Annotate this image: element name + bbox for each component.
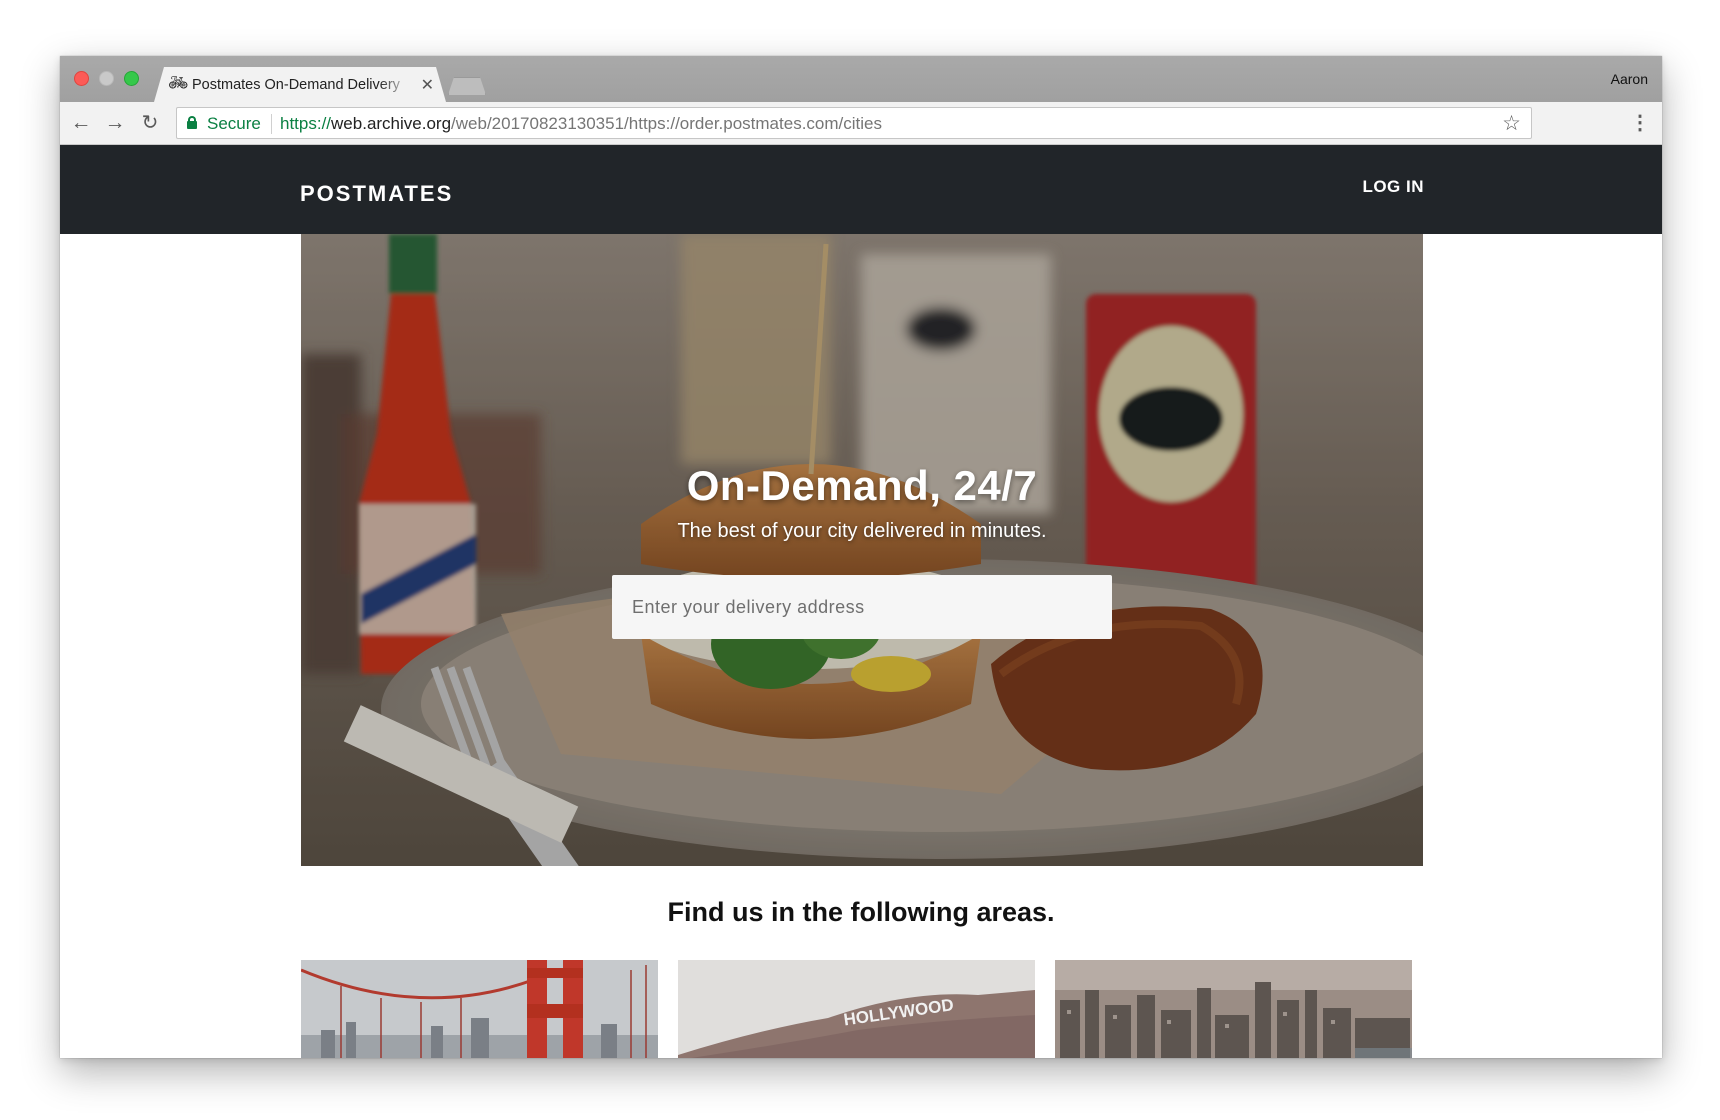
profile-name[interactable]: Aaron: [1611, 71, 1648, 87]
close-window-button[interactable]: [74, 71, 89, 86]
browser-tab[interactable]: 🚲︎ Postmates On-Demand Delivery ✕: [154, 67, 446, 102]
postmates-favicon-icon: 🚲︎: [168, 75, 189, 92]
browser-titlebar: 🚲︎ Postmates On-Demand Delivery ✕ Aaron: [60, 56, 1662, 102]
lock-icon: [187, 116, 197, 129]
omnibox-divider: [271, 114, 272, 134]
area-card-san-francisco[interactable]: [301, 960, 658, 1058]
url-host: web.archive.org: [331, 114, 452, 133]
reload-icon[interactable]: ↻: [137, 110, 163, 136]
url-text[interactable]: https://web.archive.org/web/201708231303…: [280, 114, 882, 134]
hero-title: On-Demand, 24/7: [686, 462, 1038, 509]
browser-window: 🚲︎ Postmates On-Demand Delivery ✕ Aaron …: [60, 56, 1662, 1058]
hero-section: On-Demand, 24/7 The best of your city de…: [301, 234, 1423, 866]
delivery-address-input[interactable]: [612, 575, 1112, 639]
back-arrow-icon[interactable]: ←: [68, 110, 94, 136]
browser-menu-icon[interactable]: ⋮: [1630, 110, 1650, 135]
hero-subtitle: The best of your city delivered in minut…: [677, 520, 1047, 542]
url-path: /web/20170823130351/https://order.postma…: [451, 114, 882, 133]
zoom-window-button[interactable]: [124, 71, 139, 86]
url-scheme: https://: [280, 114, 332, 133]
forward-arrow-icon[interactable]: →: [102, 110, 128, 136]
close-tab-icon[interactable]: ✕: [421, 75, 434, 95]
browser-toolbar: ← → ↻ Secure https://web.archive.org/web…: [60, 102, 1662, 145]
minimize-window-button[interactable]: [99, 71, 114, 86]
login-link[interactable]: LOG IN: [1362, 177, 1424, 197]
bookmark-star-icon[interactable]: ☆: [1502, 111, 1521, 136]
areas-heading: Find us in the following areas.: [667, 897, 1055, 927]
address-bar[interactable]: Secure https://web.archive.org/web/20170…: [176, 107, 1532, 139]
postmates-logo[interactable]: POSTMATES: [300, 181, 453, 207]
secure-label: Secure: [207, 114, 261, 133]
site-header: POSTMATES LOG IN: [60, 145, 1662, 234]
hollywood-sign-image: HOLLYWOOD: [678, 960, 1035, 1058]
tab-title: Postmates On-Demand Delivery: [192, 77, 400, 93]
hero-food-image: [301, 234, 1423, 866]
city-skyline-image: [1055, 960, 1412, 1058]
area-card-new-york[interactable]: [1055, 960, 1412, 1058]
new-tab-button[interactable]: [448, 77, 486, 95]
golden-gate-bridge-image: [301, 960, 658, 1058]
page-viewport: POSTMATES LOG IN On-Demand, 24/7 The bes…: [60, 145, 1662, 1058]
area-card-los-angeles[interactable]: HOLLYWOOD: [678, 960, 1035, 1058]
